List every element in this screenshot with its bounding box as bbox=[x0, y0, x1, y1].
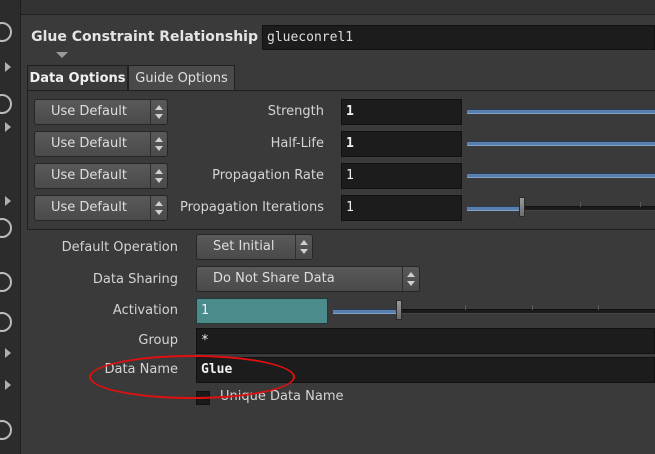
spinner-icon bbox=[150, 196, 167, 220]
strength-field[interactable]: 1 bbox=[341, 99, 462, 125]
expand-arrow-icon[interactable] bbox=[5, 62, 11, 72]
half-life-slider[interactable] bbox=[467, 141, 655, 146]
left-toolbar-strip bbox=[0, 0, 21, 454]
activation-slider-track[interactable] bbox=[399, 309, 655, 314]
strength-label: Strength bbox=[267, 104, 324, 119]
spinner-icon bbox=[402, 267, 419, 291]
default-operation-label: Default Operation bbox=[61, 240, 178, 255]
propagation-iterations-label: Propagation Iterations bbox=[179, 200, 324, 215]
tool-ring-icon[interactable] bbox=[0, 218, 12, 238]
tool-ring-icon[interactable] bbox=[0, 272, 12, 292]
spinner-icon bbox=[150, 132, 167, 156]
activation-slider-handle[interactable] bbox=[396, 300, 402, 320]
propagation-rate-field[interactable]: 1 bbox=[341, 163, 462, 189]
propagation-rate-mode-dropdown[interactable]: Use Default bbox=[34, 163, 168, 189]
top-strip bbox=[21, 0, 655, 15]
expand-arrow-icon[interactable] bbox=[5, 380, 11, 390]
relationship-field[interactable]: glueconrel1 bbox=[262, 25, 655, 50]
relationship-label: Glue Constraint Relationship bbox=[31, 29, 258, 45]
spinner-icon bbox=[150, 100, 167, 124]
data-sharing-label: Data Sharing bbox=[92, 272, 178, 287]
expand-arrow-icon[interactable] bbox=[5, 196, 11, 206]
propagation-rate-label: Propagation Rate bbox=[212, 168, 324, 183]
tab-data-options[interactable]: Data Options bbox=[27, 65, 128, 90]
expand-arrow-icon[interactable] bbox=[5, 122, 11, 132]
strength-mode-dropdown[interactable]: Use Default bbox=[34, 99, 168, 125]
half-life-label: Half-Life bbox=[270, 136, 324, 151]
strength-slider[interactable] bbox=[467, 109, 655, 114]
slider-tick bbox=[580, 202, 581, 207]
activation-label: Activation bbox=[112, 303, 178, 318]
tool-ring-icon[interactable] bbox=[0, 22, 12, 42]
slider-tick bbox=[598, 305, 599, 310]
propagation-iterations-slider-fill[interactable] bbox=[467, 206, 522, 211]
expand-arrow-icon[interactable] bbox=[5, 348, 11, 358]
propagation-iterations-slider-handle[interactable] bbox=[519, 197, 525, 217]
group-label: Group bbox=[138, 333, 178, 348]
propagation-iterations-mode-dropdown[interactable]: Use Default bbox=[34, 195, 168, 221]
propagation-iterations-field[interactable]: 1 bbox=[341, 195, 462, 221]
propagation-iterations-slider-track[interactable] bbox=[522, 206, 655, 211]
annotation-ellipse bbox=[89, 355, 295, 399]
tab-guide-options[interactable]: Guide Options bbox=[128, 65, 235, 90]
default-operation-dropdown[interactable]: Set Initial bbox=[196, 234, 313, 260]
slider-tick bbox=[640, 202, 641, 207]
half-life-field[interactable]: 1 bbox=[341, 131, 462, 157]
spinner-icon bbox=[150, 164, 167, 188]
spinner-icon bbox=[295, 235, 312, 259]
data-sharing-dropdown[interactable]: Do Not Share Data bbox=[196, 266, 420, 292]
collapse-arrow-icon[interactable] bbox=[56, 52, 68, 58]
slider-tick bbox=[532, 305, 533, 310]
slider-tick bbox=[465, 305, 466, 310]
tool-ring-icon[interactable] bbox=[0, 420, 12, 440]
tool-ring-icon[interactable] bbox=[0, 94, 12, 114]
half-life-mode-dropdown[interactable]: Use Default bbox=[34, 131, 168, 157]
group-field[interactable]: * bbox=[196, 328, 655, 354]
propagation-rate-slider[interactable] bbox=[467, 173, 655, 178]
activation-slider-fill[interactable] bbox=[333, 309, 399, 314]
activation-field[interactable]: 1 bbox=[196, 298, 328, 324]
tool-ring-icon[interactable] bbox=[0, 312, 12, 332]
